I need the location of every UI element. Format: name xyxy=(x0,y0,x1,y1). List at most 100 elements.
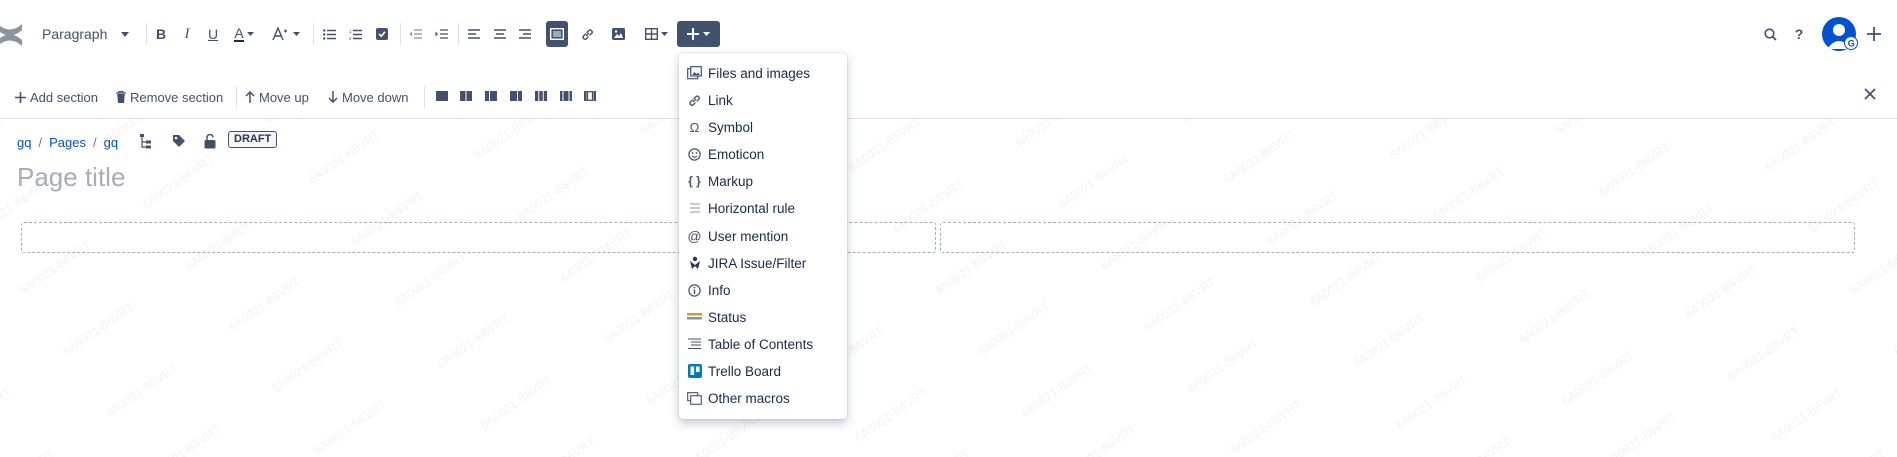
breadcrumb-page-link[interactable]: gq xyxy=(104,135,118,150)
markup-icon: { } xyxy=(688,174,701,188)
table-icon[interactable] xyxy=(642,21,670,47)
add-section-label: Add section xyxy=(30,89,98,105)
menu-item-jira[interactable]: JIRA Issue/Filter xyxy=(679,251,847,275)
menu-item-label: Trello Board xyxy=(708,363,782,379)
move-down-button[interactable]: Move down xyxy=(328,86,408,108)
search-icon[interactable] xyxy=(1758,22,1782,46)
indent-icon[interactable] xyxy=(430,21,452,47)
insert-icon[interactable] xyxy=(677,21,720,47)
text-style-icon[interactable] xyxy=(269,21,303,47)
layout-three-center-icon[interactable] xyxy=(583,89,597,103)
omega-icon: Ω xyxy=(689,119,700,135)
menu-item-user-mention[interactable]: @ User mention xyxy=(679,224,847,248)
text-color-icon[interactable]: A xyxy=(229,21,259,47)
remove-section-button[interactable]: Remove section xyxy=(116,86,223,108)
page-title[interactable]: Page title xyxy=(17,162,125,193)
italic-icon[interactable]: I xyxy=(177,21,197,47)
menu-item-label: Status xyxy=(708,309,747,325)
breadcrumb-separator: / xyxy=(38,134,43,150)
create-icon[interactable] xyxy=(1862,22,1886,46)
bullet-list-icon[interactable] xyxy=(318,21,340,47)
breadcrumb-space-link[interactable]: gq xyxy=(17,135,31,150)
menu-item-table-of-contents[interactable]: Table of Contents xyxy=(679,332,847,356)
menu-item-horizontal-rule[interactable]: Horizontal rule xyxy=(679,196,847,220)
help-icon[interactable]: ? xyxy=(1787,22,1811,46)
menu-item-symbol[interactable]: Ω Symbol xyxy=(679,115,847,139)
files-images-icon xyxy=(687,66,702,81)
close-icon[interactable] xyxy=(1864,88,1876,100)
page-tree-icon[interactable] xyxy=(140,134,152,149)
toolbar-divider xyxy=(400,23,401,45)
paragraph-style-label: Paragraph xyxy=(42,26,108,42)
menu-item-emoticon[interactable]: Emoticon xyxy=(679,142,847,166)
link-icon[interactable] xyxy=(576,21,598,47)
chevron-down-icon xyxy=(121,31,130,37)
arrow-down-icon xyxy=(328,91,338,103)
align-right-icon[interactable] xyxy=(514,21,536,47)
menu-item-trello-board[interactable]: Trello Board xyxy=(679,359,847,383)
menu-item-label: User mention xyxy=(708,228,789,244)
svg-text:2: 2 xyxy=(349,36,352,40)
layout-two-left-icon[interactable] xyxy=(484,89,498,103)
menu-item-markup[interactable]: { } Markup xyxy=(679,169,847,193)
confluence-logo-icon[interactable] xyxy=(0,20,22,50)
emoticon-icon xyxy=(687,147,702,162)
label-tag-icon[interactable] xyxy=(172,134,186,148)
link-icon xyxy=(687,93,702,108)
layout-three-sidebars-icon[interactable] xyxy=(559,89,573,103)
unlock-icon[interactable] xyxy=(204,134,216,149)
layout-two-right-icon[interactable] xyxy=(509,89,523,103)
paragraph-style-dropdown[interactable]: Paragraph xyxy=(32,21,142,47)
layout-three-equal-icon[interactable] xyxy=(534,89,548,103)
menu-item-label: Link xyxy=(708,92,733,108)
trash-icon xyxy=(116,91,126,103)
menu-item-label: Horizontal rule xyxy=(708,200,796,216)
toolbar-divider xyxy=(313,23,314,45)
menu-item-link[interactable]: Link xyxy=(679,88,847,112)
menu-item-files-and-images[interactable]: Files and images xyxy=(679,61,847,85)
breadcrumb-pages-link[interactable]: Pages xyxy=(49,135,86,150)
outdent-icon[interactable] xyxy=(404,21,426,47)
toolbar-divider xyxy=(236,86,237,108)
menu-item-label: Info xyxy=(708,282,731,298)
menu-item-other-macros[interactable]: Other macros xyxy=(679,386,847,410)
align-left-icon[interactable] xyxy=(463,21,485,47)
menu-item-label: Files and images xyxy=(708,65,811,81)
at-icon: @ xyxy=(687,228,702,244)
menu-item-label: JIRA Issue/Filter xyxy=(708,255,807,271)
underline-icon[interactable]: U xyxy=(203,21,223,47)
move-up-button[interactable]: Move up xyxy=(245,86,309,108)
task-list-icon[interactable] xyxy=(371,21,393,47)
menu-item-label: Other macros xyxy=(708,390,790,406)
page-layout-icon[interactable] xyxy=(546,21,568,47)
align-center-icon[interactable] xyxy=(489,21,511,47)
menu-item-label: Markup xyxy=(708,173,754,189)
status-icon xyxy=(687,310,702,325)
menu-item-info[interactable]: Info xyxy=(679,278,847,302)
section-column-right[interactable] xyxy=(940,222,1855,253)
editor-toolbar: Paragraph B I U A 12 ? G xyxy=(0,0,1897,77)
image-icon[interactable] xyxy=(607,21,629,47)
bold-icon[interactable]: B xyxy=(151,21,171,47)
toc-icon xyxy=(687,337,702,352)
breadcrumb: gq / Pages / gq xyxy=(17,133,118,151)
numbered-list-icon[interactable]: 12 xyxy=(344,21,366,47)
jira-icon xyxy=(687,256,702,271)
info-icon xyxy=(687,283,702,298)
trello-icon xyxy=(687,364,702,379)
menu-item-label: Emoticon xyxy=(708,146,765,162)
svg-text:1: 1 xyxy=(349,29,352,34)
move-down-label: Move down xyxy=(342,89,409,105)
status-badge: DRAFT xyxy=(228,131,278,148)
add-section-button[interactable]: Add section xyxy=(15,86,98,108)
plus-icon xyxy=(15,91,26,103)
layout-single-icon[interactable] xyxy=(435,89,449,103)
toolbar-divider xyxy=(458,23,459,45)
toolbar-divider xyxy=(424,86,425,108)
layout-two-equal-icon[interactable] xyxy=(459,89,473,103)
arrow-up-icon xyxy=(245,91,255,103)
macros-icon xyxy=(687,391,702,406)
remove-section-label: Remove section xyxy=(130,89,224,105)
menu-item-status[interactable]: Status xyxy=(679,305,847,329)
svg-text:G: G xyxy=(1848,39,1855,49)
